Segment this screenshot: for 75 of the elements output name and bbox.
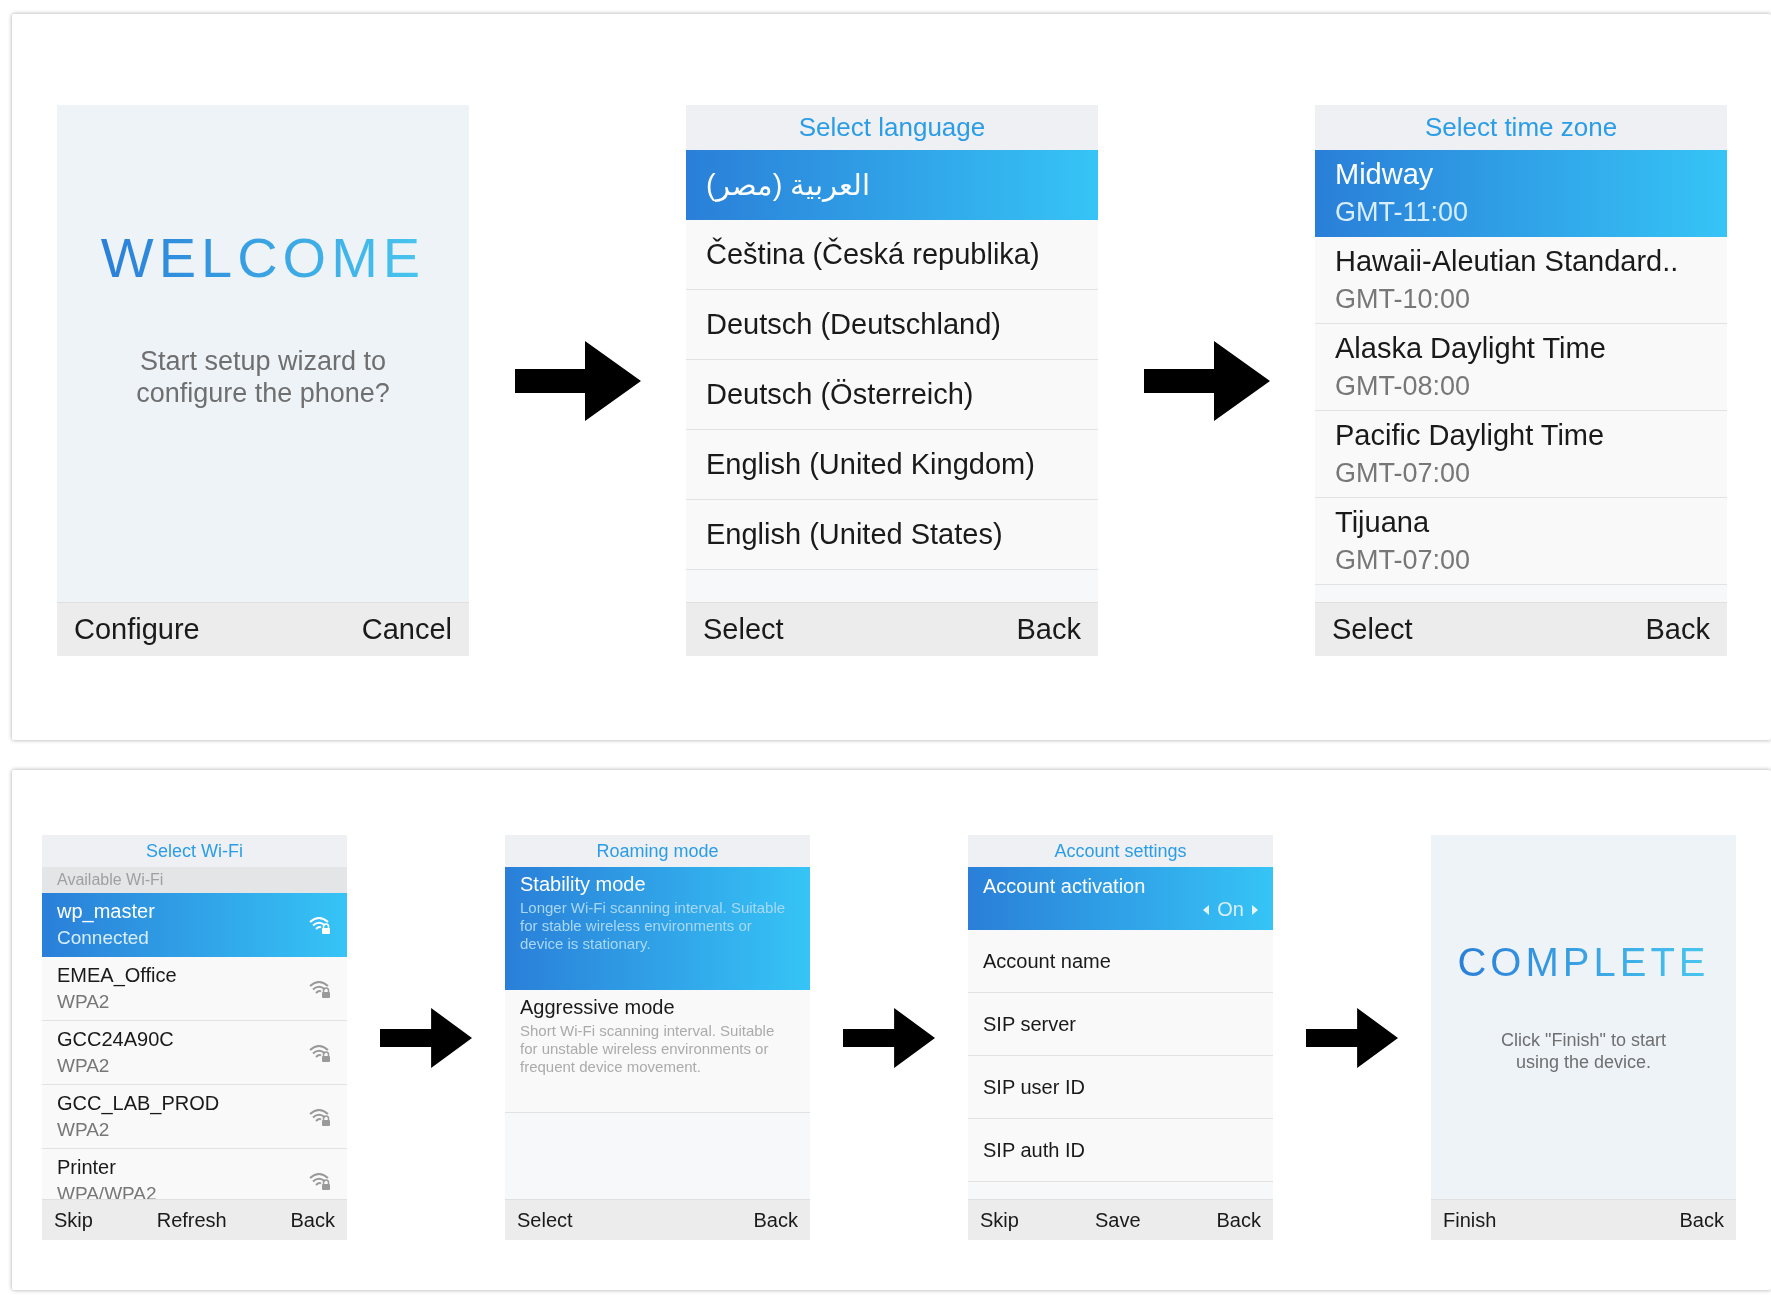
screen-title: Select language [798,112,986,143]
screen-title: Roaming mode [596,840,719,862]
prompt-message: Start setup wizard to configure the phone? [135,345,391,410]
list-item[interactable]: Account activation On [968,867,1273,930]
item-label: English (United Kingdom) [706,448,1035,481]
item-label: Aggressive mode [520,996,676,1019]
wifi-lock-icon [308,1170,332,1191]
section-title: Available Wi-Fi [57,871,164,889]
item-label: GCC_LAB_PROD [57,1092,221,1115]
softkey-button[interactable]: Skip [980,1206,1019,1234]
item-label: Account name [983,949,1111,973]
wifi-lock-icon [308,1042,332,1063]
softkey-button[interactable]: Back [753,1206,798,1234]
item-label: English (United States) [706,518,1003,551]
item-label: SIP user ID [983,1075,1085,1099]
softkey-button[interactable]: Select [517,1206,573,1234]
network-status: WPA2 [57,1119,111,1141]
right-arrow-icon [514,340,641,421]
softkey-button[interactable]: Finish [1443,1206,1497,1234]
softkey-button[interactable]: Back [1645,611,1710,648]
softkey-button[interactable]: Back [1216,1206,1261,1234]
item-detail: GMT-08:00 [1335,371,1472,402]
wifi-lock-icon [308,1106,332,1127]
item-detail: GMT-11:00 [1335,197,1470,228]
right-arrow-icon [843,1007,935,1068]
item-label: Hawaii-Aleutian Standard.. [1335,245,1680,278]
softkey-button[interactable]: Configure [74,611,200,648]
softkey-button[interactable]: Back [1016,611,1081,648]
list-item[interactable]: العربية (مصر) [686,150,1098,220]
list-item[interactable]: Stability mode Longer Wi-Fi scanning interval. Suitable for stable wireless environments or device is stationary. [505,867,810,990]
network-status: Connected [57,927,150,949]
item-label: Deutsch (Deutschland) [706,308,1001,341]
right-arrow-icon [380,1007,472,1068]
item-label: Alaska Daylight Time [1335,332,1607,365]
item-label: Deutsch (Österreich) [706,378,974,411]
softkey-button[interactable]: Refresh [156,1206,227,1234]
screen-title: Account settings [1054,840,1187,862]
caret-left-icon[interactable] [1203,904,1210,915]
item-label: SIP server [983,1012,1076,1036]
wifi-lock-icon [308,914,332,935]
network-status: WPA2 [57,1055,111,1077]
item-label: Midway [1335,158,1435,191]
screen-title: Select Wi-Fi [146,840,243,862]
list-item[interactable]: Midway GMT-11:00 [1315,150,1727,237]
softkey-button[interactable]: Skip [54,1206,93,1234]
softkey-button[interactable]: Back [290,1206,335,1234]
item-label: العربية (مصر) [706,167,871,202]
item-label: wp_master [57,900,156,923]
wifi-lock-icon [308,978,332,999]
item-label: Stability mode [520,873,647,896]
item-detail: GMT-07:00 [1335,545,1472,576]
item-description: Short Wi-Fi scanning interval. Suitable for unstable wireless environments or frequent device movement. [520,1022,776,1076]
softkey-button[interactable]: Select [703,611,784,648]
network-status: WPA2 [57,991,111,1013]
softkey-button[interactable]: Back [1679,1206,1724,1234]
item-label: Čeština (Česká republika) [706,238,1040,271]
item-detail: GMT-10:00 [1335,284,1472,315]
item-detail: GMT-07:00 [1335,458,1472,489]
softkey-button[interactable]: Save [1094,1206,1141,1234]
item-description: Longer Wi-Fi scanning interval. Suitable for stable wireless environments or device is stationary. [520,899,787,953]
item-label: GCC24A90C [57,1028,175,1051]
right-arrow-icon [1143,340,1270,421]
item-label: EMEA_Office [57,964,178,987]
right-arrow-icon [1306,1007,1398,1068]
item-label: Account activation [983,875,1147,898]
toggle-value: On [1217,898,1244,921]
screen-title: Select time zone [1424,112,1618,143]
softkey-button[interactable]: Select [1332,611,1413,648]
item-label: SIP auth ID [983,1138,1085,1162]
item-label: Printer [57,1156,117,1179]
item-label: Tijuana [1335,506,1431,539]
softkey-button[interactable]: Cancel [361,611,452,648]
item-label: Pacific Daylight Time [1335,419,1606,452]
caret-right-icon[interactable] [1252,904,1258,915]
prompt-message: Click "Finish" to start using the device. [1500,1030,1667,1074]
